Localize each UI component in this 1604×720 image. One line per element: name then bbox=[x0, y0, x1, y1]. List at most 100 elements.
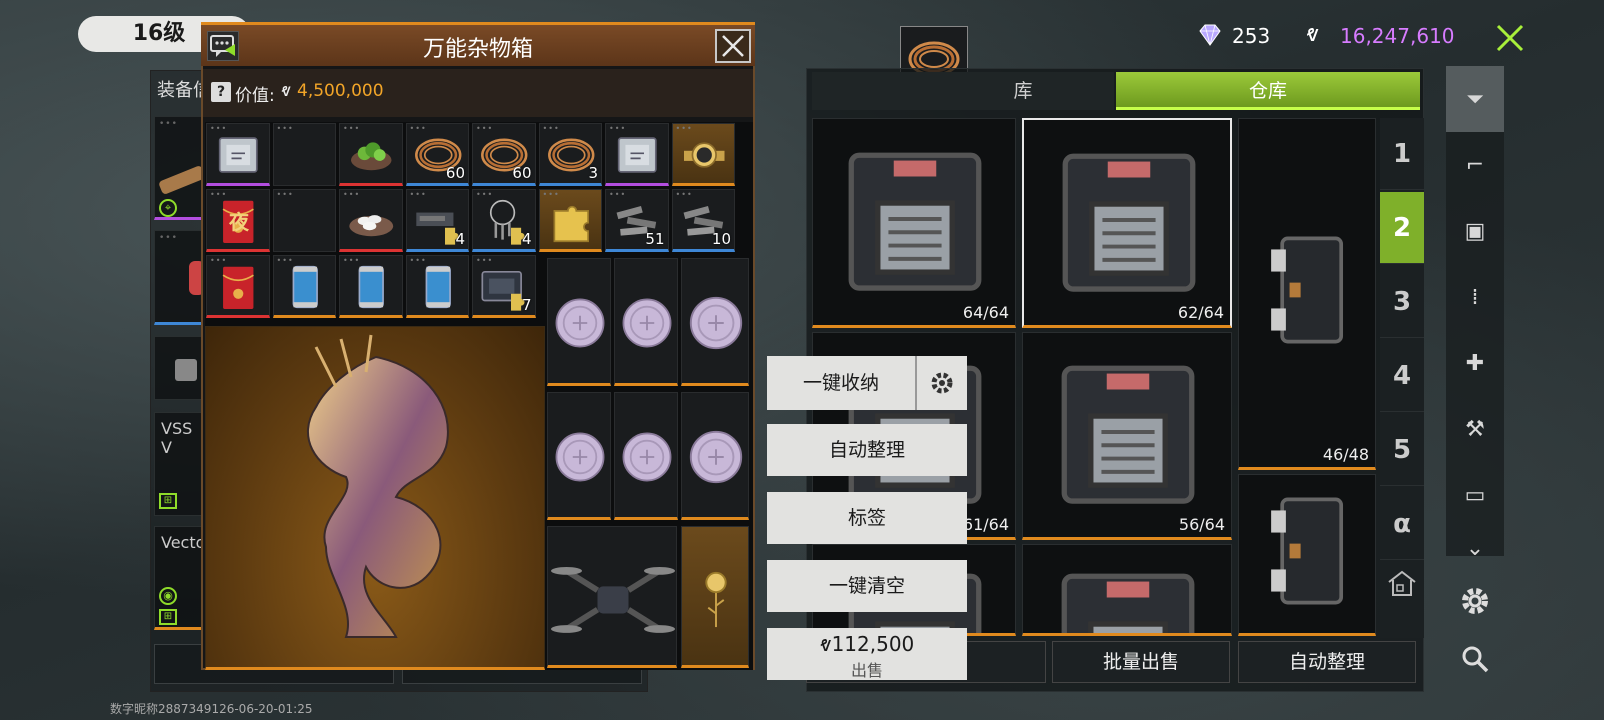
warehouse-page-6[interactable]: α bbox=[1380, 488, 1424, 560]
container-item[interactable]: ••• bbox=[339, 255, 403, 318]
storage-crate-icon bbox=[1043, 555, 1213, 633]
gold-puzzle-icon bbox=[544, 194, 599, 249]
pistol-category-button[interactable]: ⌐ bbox=[1446, 132, 1504, 198]
container-item[interactable]: ••• bbox=[206, 123, 270, 186]
home-storage-button[interactable] bbox=[1380, 552, 1424, 614]
warehouse-auto-sort-button[interactable]: 自动整理 bbox=[1238, 641, 1416, 683]
empty-slot[interactable]: ••• bbox=[272, 189, 336, 252]
tags-button[interactable]: 标签 bbox=[767, 492, 967, 544]
slot-dots: ••• bbox=[159, 119, 178, 129]
container-title: 万能杂物箱 bbox=[422, 37, 533, 62]
empty-slot[interactable]: ••• bbox=[272, 123, 336, 186]
mod-badge-icon: ◉ bbox=[159, 587, 177, 605]
gem-count: 253 bbox=[1232, 24, 1271, 48]
container-item[interactable]: ••• 夜 bbox=[206, 189, 270, 252]
warehouse-container[interactable] bbox=[1022, 544, 1232, 636]
container-item[interactable]: ••• 4 bbox=[472, 189, 536, 252]
container-item[interactable]: ••• 3 bbox=[538, 123, 602, 186]
help-icon[interactable]: ? bbox=[211, 82, 231, 102]
container-item[interactable]: ••• bbox=[405, 255, 469, 318]
cpu-chip-icon bbox=[211, 128, 266, 183]
more-category-button[interactable]: ⌄ bbox=[1446, 528, 1504, 568]
auto-sort-button[interactable]: 自动整理 bbox=[767, 424, 967, 476]
search-button[interactable] bbox=[1460, 644, 1490, 674]
equip-slot-2[interactable]: ••• bbox=[154, 230, 204, 325]
warehouse-container[interactable]: 46/48 bbox=[1238, 118, 1376, 470]
slot-dots: ••• bbox=[276, 124, 294, 133]
warehouse-container[interactable]: 56/64 bbox=[1022, 332, 1232, 540]
bulk-sell-button[interactable]: 批量出售 bbox=[1052, 641, 1230, 683]
warehouse-container[interactable] bbox=[1238, 474, 1376, 636]
container-item[interactable]: ••• 51 bbox=[605, 189, 669, 252]
tab-warehouse[interactable]: 仓库 bbox=[1116, 72, 1420, 110]
container-item[interactable]: ••• 7 bbox=[472, 255, 536, 318]
clear-all-button[interactable]: 一键清空 bbox=[767, 560, 967, 612]
container-header: 万能杂物箱 bbox=[201, 22, 755, 66]
container-item[interactable] bbox=[681, 258, 749, 386]
item-count: 4 bbox=[455, 230, 465, 248]
warehouse-container[interactable]: 62/64 bbox=[1022, 118, 1232, 328]
store-all-button[interactable]: 一键收纳 bbox=[767, 356, 915, 410]
container-item[interactable] bbox=[681, 392, 749, 520]
value-label: 价值: bbox=[235, 86, 275, 106]
warehouse-page-1[interactable]: 1 bbox=[1380, 118, 1424, 190]
container-item[interactable] bbox=[547, 392, 611, 520]
slot-dots: ••• bbox=[159, 233, 178, 243]
equip-slot-5[interactable]: Vecto ◉ ⊞ bbox=[154, 526, 204, 630]
ammo-category-button[interactable]: ⁞ bbox=[1446, 264, 1504, 330]
container-item[interactable]: ••• bbox=[339, 189, 403, 252]
close-screen-button[interactable] bbox=[1490, 18, 1530, 58]
container-value: 4,500,000 bbox=[297, 81, 384, 101]
attachment-badge-icon: ⊞ bbox=[159, 493, 177, 509]
capacity-count: 46/48 bbox=[1322, 445, 1369, 464]
equip-slot-1[interactable]: ••• ⌖ bbox=[154, 116, 204, 220]
container-item[interactable]: ••• bbox=[339, 123, 403, 186]
filter-category-button[interactable]: ⏷ bbox=[1446, 66, 1504, 132]
container-item[interactable]: ••• 10 bbox=[671, 189, 735, 252]
coin-icon: ⱴ bbox=[1306, 22, 1320, 47]
warehouse-page-4[interactable]: 4 bbox=[1380, 340, 1424, 412]
close-icon bbox=[1496, 24, 1524, 52]
container-item[interactable] bbox=[547, 526, 677, 668]
hammer-category-button[interactable]: ⚒ bbox=[1446, 396, 1504, 462]
sell-button[interactable]: ⱴ112,500 出售 bbox=[767, 628, 967, 680]
container-item[interactable] bbox=[547, 258, 611, 386]
container-value-bar: ? 价值: ⱴ 4,500,000 bbox=[203, 69, 753, 117]
warehouse-page-2[interactable]: 2 bbox=[1380, 192, 1424, 264]
warehouse-page-3[interactable]: 3 bbox=[1380, 266, 1424, 338]
close-popup-button[interactable] bbox=[715, 29, 751, 63]
storage-crate-icon bbox=[830, 129, 1000, 313]
hammer-icon: ⚒ bbox=[1465, 416, 1485, 442]
tall-case-icon bbox=[1249, 129, 1367, 455]
medkit-category-button[interactable]: ✚ bbox=[1446, 330, 1504, 396]
filter-icon: ⏷ bbox=[1466, 86, 1484, 112]
item-count: 51 bbox=[645, 230, 665, 248]
container-item[interactable]: ••• 60 bbox=[472, 123, 536, 186]
container-item[interactable] bbox=[614, 392, 678, 520]
container-item[interactable] bbox=[614, 258, 678, 386]
armor-category-button[interactable]: ▭ bbox=[1446, 462, 1504, 528]
equip-slot-3[interactable] bbox=[154, 336, 204, 400]
medkit-icon: ✚ bbox=[1465, 350, 1485, 376]
backpack-category-button[interactable]: ▣ bbox=[1446, 198, 1504, 264]
container-item[interactable]: ••• bbox=[671, 123, 735, 186]
container-item[interactable] bbox=[681, 526, 749, 668]
red-envelope-icon bbox=[211, 260, 266, 315]
container-item[interactable]: ••• bbox=[538, 189, 602, 252]
warehouse-container[interactable]: 64/64 bbox=[812, 118, 1016, 328]
tab-backpack[interactable]: 库 bbox=[812, 72, 1114, 110]
storage-crate-icon bbox=[1044, 130, 1214, 314]
container-item[interactable]: ••• bbox=[605, 123, 669, 186]
armor-icon: ▭ bbox=[1464, 482, 1486, 508]
warehouse-page-5[interactable]: 5 bbox=[1380, 414, 1424, 486]
equip-slot-4[interactable]: VSS V ⊞ bbox=[154, 412, 204, 516]
cpu-chip-icon bbox=[610, 128, 665, 183]
gold-watch-icon bbox=[677, 128, 732, 183]
container-item[interactable]: ••• 4 bbox=[405, 189, 469, 252]
container-item[interactable]: ••• bbox=[272, 255, 336, 318]
dragon-statue-item[interactable] bbox=[205, 326, 545, 670]
settings-button[interactable] bbox=[1458, 584, 1492, 618]
container-item[interactable]: ••• bbox=[206, 255, 270, 318]
container-item[interactable]: ••• 60 bbox=[405, 123, 469, 186]
store-settings-button[interactable] bbox=[915, 356, 967, 410]
